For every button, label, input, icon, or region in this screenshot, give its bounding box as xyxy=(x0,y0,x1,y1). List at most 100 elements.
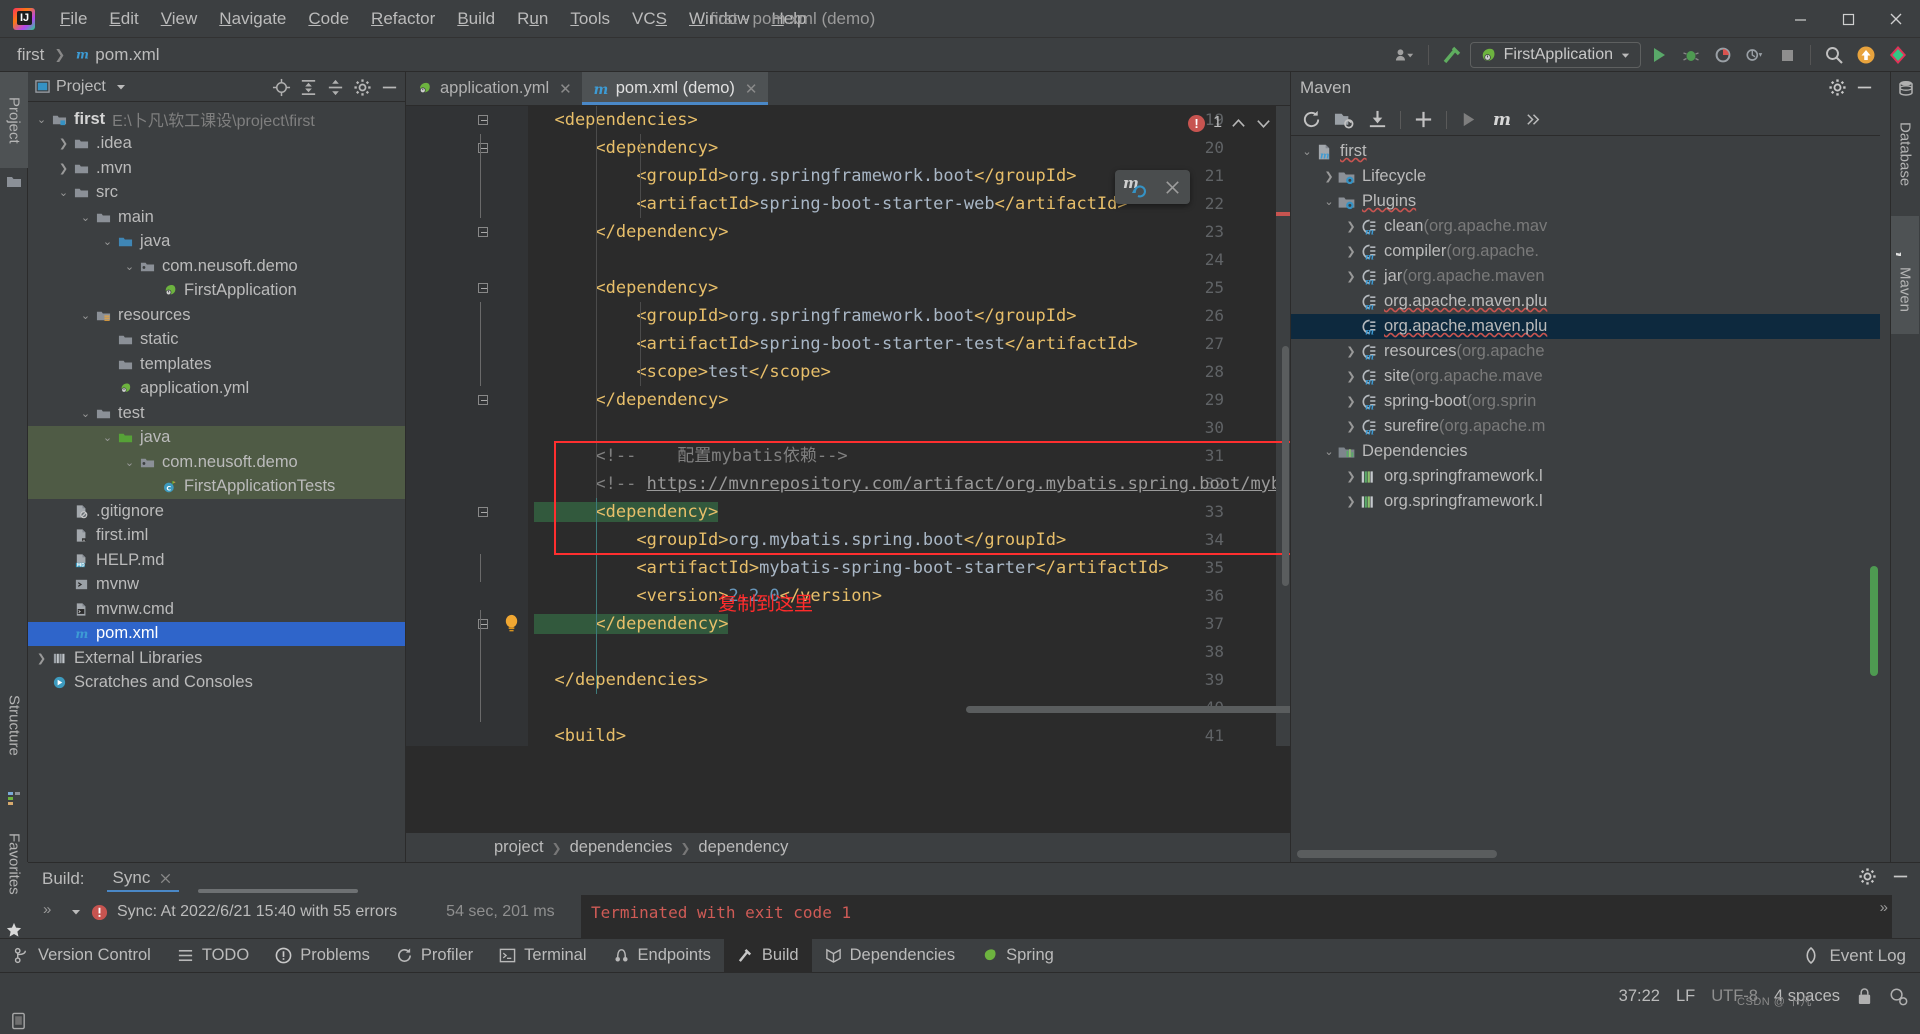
run-configuration-selector[interactable]: FirstApplication xyxy=(1469,42,1641,68)
chevron-right-icon[interactable]: ❯ xyxy=(1321,170,1337,183)
project-tree-row[interactable]: ⌄ java xyxy=(28,425,405,450)
editor-tab-strip[interactable]: application.yml ✕ m pom.xml (demo) ✕ xyxy=(406,72,1290,106)
chevron-right-icon[interactable]: ❯ xyxy=(56,161,71,176)
breadcrumb[interactable]: first ❯ m pom.xml xyxy=(12,43,165,67)
chevron-down-icon[interactable]: ⌄ xyxy=(78,308,93,323)
bottom-tool-endpoints[interactable]: Endpoints xyxy=(600,939,724,973)
chevron-down-icon[interactable]: ⌄ xyxy=(78,406,93,421)
code-line[interactable]: <scope>test</scope> xyxy=(528,358,1290,386)
hide-panel-icon[interactable] xyxy=(380,78,399,97)
maven-tree-row[interactable]: m org.apache.maven.plu xyxy=(1291,314,1880,339)
menu-refactor[interactable]: Refactor xyxy=(360,5,446,33)
code-line[interactable]: <build> xyxy=(528,722,1290,746)
chevron-down-icon[interactable]: ⌄ xyxy=(1321,195,1337,208)
code-fold-toggle[interactable] xyxy=(476,134,490,162)
editor-horizontal-scrollbar[interactable] xyxy=(966,706,1290,713)
build-scroll-indicator[interactable] xyxy=(198,889,358,893)
project-tree-row[interactable]: ⌄ java xyxy=(28,230,405,255)
project-tree-row[interactable]: ❯ .idea xyxy=(28,132,405,157)
code-line[interactable]: </dependency> xyxy=(528,218,1290,246)
bottom-tool-profiler[interactable]: Profiler xyxy=(383,939,486,973)
close-icon[interactable] xyxy=(158,871,173,886)
chevron-down-icon[interactable]: ⌄ xyxy=(1321,445,1337,458)
maven-goal-icon[interactable]: m xyxy=(1490,109,1512,130)
run-button[interactable] xyxy=(1645,42,1673,68)
code-line[interactable]: </dependency> xyxy=(528,610,1290,638)
code-line[interactable]: </dependencies> xyxy=(528,666,1290,694)
code-line[interactable]: <dependency> xyxy=(528,274,1290,302)
code-line[interactable]: <version>2.2.0</version> xyxy=(528,582,1290,610)
generate-sources-icon[interactable] xyxy=(1334,109,1355,130)
code-line[interactable] xyxy=(528,638,1290,666)
run-icon[interactable] xyxy=(1459,110,1478,129)
maven-tree-row[interactable]: ❯ m resources (org.apache xyxy=(1291,339,1880,364)
maven-tree-row[interactable]: ⌄ m first xyxy=(1291,139,1880,164)
project-tree-row[interactable]: ⌄ main xyxy=(28,205,405,230)
chevron-right-icon[interactable]: ❯ xyxy=(1343,395,1359,408)
error-marker[interactable] xyxy=(1276,212,1290,216)
gear-icon[interactable] xyxy=(1828,78,1847,97)
menu-edit[interactable]: Edit xyxy=(98,5,149,33)
build-console[interactable]: Terminated with exit code 1 » xyxy=(581,895,1892,939)
project-tree-row[interactable]: ⌄ com.neusoft.demo xyxy=(28,450,405,475)
close-icon[interactable]: ✕ xyxy=(745,80,758,98)
editor-tab[interactable]: application.yml ✕ xyxy=(406,72,582,105)
project-tree-row[interactable]: ❯ .mvn xyxy=(28,156,405,181)
menu-build[interactable]: Build xyxy=(446,5,506,33)
maven-tree-row[interactable]: ❯ org.springframework.l xyxy=(1291,464,1880,489)
close-icon[interactable]: ✕ xyxy=(559,80,572,98)
collapse-all-icon[interactable] xyxy=(326,78,345,97)
debug-button[interactable] xyxy=(1677,42,1705,68)
maven-tree-row[interactable]: ❯ m clean (org.apache.mav xyxy=(1291,214,1880,239)
breadcrumb-project[interactable]: project xyxy=(494,838,544,857)
project-tree-row[interactable]: ⌄ resources xyxy=(28,303,405,328)
menu-tools[interactable]: Tools xyxy=(559,5,621,33)
maven-tree-row[interactable]: ❯ Lifecycle xyxy=(1291,164,1880,189)
project-tree-row[interactable]: ⌄ src xyxy=(28,181,405,206)
chevron-down-icon[interactable]: ⌄ xyxy=(100,430,115,445)
project-tree-row[interactable]: ⌄ test xyxy=(28,401,405,426)
breadcrumb-item-file[interactable]: m pom.xml xyxy=(70,43,164,67)
project-tree-row[interactable]: Scratches and Consoles xyxy=(28,671,405,696)
chevron-right-icon[interactable]: ❯ xyxy=(56,136,71,151)
menu-file[interactable]: File xyxy=(49,5,98,33)
bottom-tool-problems[interactable]: Problems xyxy=(262,939,383,973)
expand-all-icon[interactable] xyxy=(299,78,318,97)
maven-tree-row[interactable]: m org.apache.maven.plu xyxy=(1291,289,1880,314)
chevron-down-icon[interactable]: ⌄ xyxy=(122,455,137,470)
event-log-button[interactable]: Event Log xyxy=(1802,946,1906,966)
project-tree-row[interactable]: first.iml xyxy=(28,524,405,549)
code-fold-toggle[interactable] xyxy=(476,386,490,414)
stripe-button-favorites[interactable]: Favorites xyxy=(0,812,28,916)
chevron-right-icon[interactable]: ❯ xyxy=(1343,245,1359,258)
chevron-right-icon[interactable]: ❯ xyxy=(1343,495,1359,508)
project-tree-row[interactable]: FirstApplication xyxy=(28,279,405,304)
code-line[interactable]: <groupId>org.mybatis.spring.boot</groupI… xyxy=(528,526,1290,554)
maven-reload-popup[interactable]: m xyxy=(1115,170,1190,204)
editor-tab[interactable]: m pom.xml (demo) ✕ xyxy=(581,72,768,105)
code-line[interactable]: <dependencies> xyxy=(528,106,1290,134)
stripe-button-database[interactable]: Database xyxy=(1891,102,1919,206)
breadcrumb-dependency[interactable]: dependency xyxy=(698,838,788,857)
maven-tree-row[interactable]: ⌄ Plugins xyxy=(1291,189,1880,214)
chevron-down-icon[interactable]: ⌄ xyxy=(56,185,71,200)
more-chevron-icon[interactable]: » xyxy=(43,901,51,918)
project-tree-row[interactable]: MD HELP.md xyxy=(28,548,405,573)
maven-tree[interactable]: ⌄ m first ❯ Lifecycle ⌄ Plugins ❯ m clean (org.ap… xyxy=(1291,136,1880,862)
chevron-right-icon[interactable]: ❯ xyxy=(1343,345,1359,358)
chevron-right-icon[interactable]: ❯ xyxy=(1343,220,1359,233)
maven-tree-row[interactable]: ⌄ Dependencies xyxy=(1291,439,1880,464)
chevron-right-icon[interactable]: ❯ xyxy=(1343,470,1359,483)
chevron-right-icon[interactable]: ❯ xyxy=(1343,420,1359,433)
chevron-right-icon[interactable]: ❯ xyxy=(1343,270,1359,283)
maven-reload-icon[interactable]: m xyxy=(1123,175,1149,199)
search-icon[interactable] xyxy=(1820,42,1848,68)
inspections-icon[interactable] xyxy=(1889,987,1908,1006)
breadcrumb-item-project[interactable]: first xyxy=(12,43,49,67)
sync-status-row[interactable]: Sync: At 2022/6/21 15:40 with 55 errors … xyxy=(70,903,555,921)
hide-panel-icon[interactable] xyxy=(1855,78,1874,97)
project-tree-row[interactable]: ❯ External Libraries xyxy=(28,646,405,671)
code-line[interactable]: <dependency> xyxy=(528,134,1290,162)
menu-run[interactable]: Run xyxy=(506,5,559,33)
code-editor[interactable]: 19 20 21 22 23 24 25 26 27 28 29 30 31 32 33 34 35 36 37 38… xyxy=(406,106,1290,746)
